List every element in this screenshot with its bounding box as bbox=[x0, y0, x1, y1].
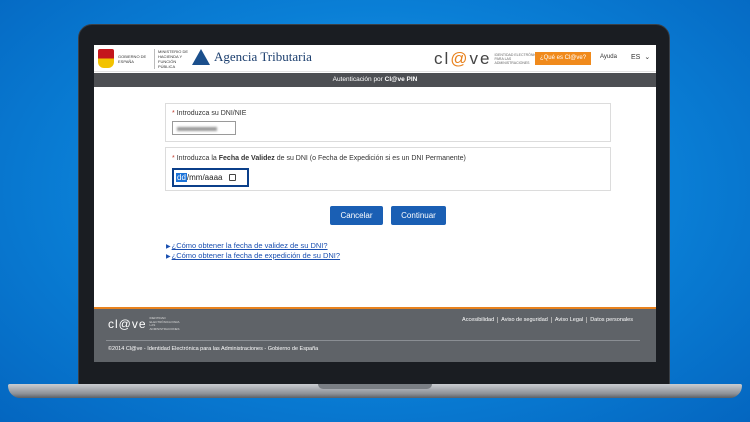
required-marker: * bbox=[172, 110, 175, 117]
redacted-value bbox=[177, 127, 217, 131]
browser-screen: GOBIERNO DE ESPAÑA MINISTERIO DE HACIEND… bbox=[94, 45, 656, 362]
site-footer: cl@ve IDENTIDAD ELECTRÓNICA PARA LAS ADM… bbox=[94, 309, 656, 362]
title-bold: Cl@ve PIN bbox=[384, 76, 418, 83]
site-header: GOBIERNO DE ESPAÑA MINISTERIO DE HACIEND… bbox=[94, 45, 656, 72]
continue-button[interactable]: Continuar bbox=[391, 206, 446, 225]
laptop-notch bbox=[318, 384, 432, 389]
gobierno-logo[interactable]: GOBIERNO DE ESPAÑA MINISTERIO DE HACIEND… bbox=[98, 48, 188, 69]
dni-input[interactable] bbox=[172, 121, 236, 135]
date-input[interactable]: dd/mm/aaaa bbox=[172, 168, 249, 187]
ministerio-text: MINISTERIO DE HACIENDA Y FUNCIÓN PÚBLICA bbox=[154, 48, 188, 69]
date-rest-segment[interactable]: /mm/aaaa bbox=[187, 173, 223, 182]
footer-link-aviso-seguridad[interactable]: Aviso de seguridad bbox=[497, 317, 551, 323]
footer-copyright: ©2014 Cl@ve - Identidad Electrónica para… bbox=[108, 346, 319, 352]
cancel-button[interactable]: Cancelar bbox=[330, 206, 383, 225]
link-fecha-expedicion[interactable]: ▶¿Cómo obtener la fecha de expedición de… bbox=[166, 251, 340, 260]
agencia-tributaria-logo[interactable]: Agencia Tributaria bbox=[192, 49, 312, 65]
date-label-bold: Fecha de Validez bbox=[218, 155, 275, 162]
footer-clave-logo: cl@ve IDENTIDAD ELECTRÓNICA PARA LAS ADM… bbox=[108, 316, 186, 331]
title-prefix: Autenticación por bbox=[332, 76, 385, 83]
required-marker: * bbox=[172, 155, 175, 162]
link-fecha-validez[interactable]: ▶¿Cómo obtener la fecha de validez de su… bbox=[166, 241, 328, 250]
gobierno-text: GOBIERNO DE ESPAÑA bbox=[118, 53, 147, 64]
auth-title-bar: Autenticación por Cl@ve PIN bbox=[94, 73, 656, 87]
footer-links: Accesibilidad Aviso de seguridad Aviso L… bbox=[459, 317, 636, 323]
footer-link-aviso-legal[interactable]: Aviso Legal bbox=[550, 317, 586, 323]
que-es-clave-button[interactable]: ¿Qué es Cl@ve? bbox=[535, 52, 591, 65]
date-label-suffix: de su DNI (o Fecha de Expedición si es u… bbox=[274, 155, 466, 162]
triangle-right-icon: ▶ bbox=[166, 254, 171, 260]
footer-link-accesibilidad[interactable]: Accesibilidad bbox=[459, 317, 497, 323]
agency-name: Agencia Tributaria bbox=[214, 49, 312, 64]
date-label-prefix: Introduzca la bbox=[176, 155, 219, 162]
spain-shield-icon bbox=[98, 49, 114, 68]
calendar-icon[interactable] bbox=[229, 174, 237, 181]
footer-clave-subtitle: IDENTIDAD ELECTRÓNICA PARA LAS ADMINISTR… bbox=[149, 316, 180, 331]
footer-divider bbox=[106, 340, 640, 341]
date-label: * Introduzca la Fecha de Validez de su DN… bbox=[172, 155, 466, 162]
date-section: * Introduzca la Fecha de Validez de su DN… bbox=[165, 147, 611, 191]
link-fecha-expedicion-text: ¿Cómo obtener la fecha de expedición de … bbox=[171, 251, 341, 260]
clave-logo[interactable]: cl@ve IDENTIDAD ELECTRÓNICA PARA LAS ADM… bbox=[434, 49, 541, 69]
link-fecha-validez-text: ¿Cómo obtener la fecha de validez de su … bbox=[171, 241, 328, 250]
language-selector[interactable]: ES ⌄ bbox=[631, 53, 650, 61]
agencia-tributaria-icon bbox=[192, 49, 210, 65]
dni-label-text: Introduzca su DNI/NIE bbox=[176, 110, 247, 117]
language-label: ES bbox=[631, 54, 641, 61]
chevron-down-icon: ⌄ bbox=[644, 54, 651, 61]
clave-subtitle: IDENTIDAD ELECTRÓNICA PARA LAS ADMINISTR… bbox=[494, 53, 540, 65]
dni-section: * Introduzca su DNI/NIE bbox=[165, 103, 611, 142]
ayuda-link[interactable]: Ayuda bbox=[600, 54, 617, 60]
footer-clave-wordmark: cl@ve bbox=[108, 317, 147, 331]
footer-link-datos-personales[interactable]: Datos personales bbox=[586, 317, 636, 323]
triangle-right-icon: ▶ bbox=[166, 244, 171, 250]
clave-wordmark: cl@ve bbox=[434, 49, 492, 68]
dni-label: * Introduzca su DNI/NIE bbox=[172, 110, 246, 117]
date-day-segment[interactable]: dd bbox=[176, 173, 187, 182]
